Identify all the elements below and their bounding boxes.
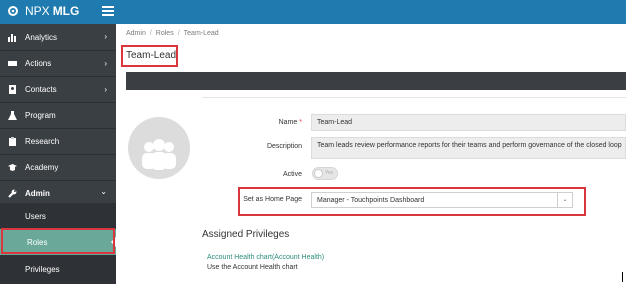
sidebar-subitem-privileges[interactable]: Privileges xyxy=(0,255,116,284)
gear-logo-icon xyxy=(8,6,18,16)
sidebar-subitem-label: Privileges xyxy=(25,265,60,274)
sidebar-item-analytics[interactable]: Analytics › xyxy=(0,24,116,50)
description-field[interactable]: Team leads review performance reports fo… xyxy=(311,137,626,159)
role-avatar xyxy=(128,117,190,179)
sidebar-item-contacts[interactable]: Contacts › xyxy=(0,76,116,102)
group-users-icon xyxy=(142,139,176,170)
logo-suffix: MLG xyxy=(52,4,80,18)
breadcrumb-current: Team-Lead xyxy=(183,30,219,37)
sidebar-item-research[interactable]: Research xyxy=(0,128,116,154)
flask-icon xyxy=(8,111,17,120)
ticket-icon xyxy=(8,61,17,66)
breadcrumb-admin[interactable]: Admin xyxy=(126,30,146,37)
sidebar-item-program[interactable]: Program xyxy=(0,102,116,128)
active-label: Active xyxy=(282,171,302,178)
sidebar-item-label: Program xyxy=(25,111,56,120)
sidebar-item-academy[interactable]: Academy xyxy=(0,154,116,180)
sidebar-item-label: Actions xyxy=(25,59,52,68)
roles-highlight-box xyxy=(1,228,115,254)
privilege-link[interactable]: Account Health chart(Account Health) xyxy=(207,254,324,261)
clipboard-icon xyxy=(9,137,16,146)
toggle-knob xyxy=(314,169,323,178)
chevron-right-icon: › xyxy=(104,59,107,68)
title-highlight-box xyxy=(121,45,178,67)
privilege-description: Use the Account Health chart xyxy=(207,264,298,271)
assigned-privileges-heading: Assigned Privileges xyxy=(202,229,290,240)
top-bar: NPX MLG xyxy=(0,0,626,24)
description-label: Description xyxy=(266,143,302,150)
chevron-right-icon: › xyxy=(104,85,107,94)
bar-chart-icon xyxy=(8,33,16,42)
home-page-highlight-box xyxy=(238,187,586,216)
sidebar-item-label: Contacts xyxy=(25,85,57,94)
sidebar-subitem-label: Users xyxy=(25,211,46,221)
active-toggle[interactable]: Yes xyxy=(312,167,338,180)
sidebar-item-actions[interactable]: Actions › xyxy=(0,50,116,76)
name-field[interactable]: Team-Lead xyxy=(311,114,626,131)
logo-prefix: NPX xyxy=(25,4,50,18)
sidebar-item-label: Analytics xyxy=(25,32,58,42)
chevron-right-icon: › xyxy=(104,32,107,41)
toggle-text: Yes xyxy=(325,170,334,176)
header-bar xyxy=(126,72,626,90)
name-label: Name * xyxy=(278,119,302,126)
required-marker: * xyxy=(299,119,302,126)
graduation-cap-icon xyxy=(8,164,17,171)
sidebar-item-label: Research xyxy=(25,137,60,146)
sidebar-subitem-users[interactable]: Users xyxy=(0,203,116,229)
chevron-down-icon: ⌄ xyxy=(100,187,107,196)
contacts-icon xyxy=(9,85,16,94)
divider xyxy=(202,97,626,98)
breadcrumb: Admin / Roles / Team-Lead xyxy=(126,30,219,37)
sidebar-item-label: Academy xyxy=(25,163,59,172)
app-logo[interactable]: NPX MLG xyxy=(7,4,79,18)
breadcrumb-roles[interactable]: Roles xyxy=(156,30,174,37)
menu-toggle-icon[interactable] xyxy=(102,6,114,17)
text-cursor xyxy=(622,272,623,282)
wrench-icon xyxy=(8,189,17,198)
